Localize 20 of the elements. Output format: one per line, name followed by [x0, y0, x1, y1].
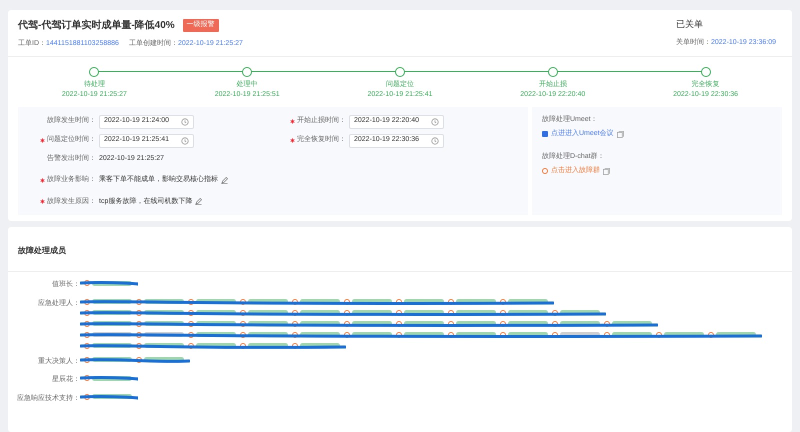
clock-icon: [181, 118, 189, 126]
pencil-icon[interactable]: [221, 176, 228, 184]
pencil-icon[interactable]: [195, 198, 202, 206]
ring-icon: [84, 375, 90, 381]
ring-icon: [84, 356, 90, 362]
clock-icon: [181, 136, 189, 144]
section-title: 故障处理成员: [18, 246, 66, 255]
ticket-status: 已关单: [676, 18, 704, 31]
copy-icon[interactable]: [603, 168, 610, 175]
ring-icon: [84, 394, 90, 400]
ticket-title: 代驾-代驾订单实时成单量-降低40%: [18, 18, 175, 33]
clock-icon: [431, 118, 439, 126]
ring-icon: [708, 332, 714, 338]
ring-icon: [656, 332, 662, 338]
meeting-app-icon: [542, 131, 548, 138]
chat-ring-icon: [542, 168, 548, 174]
ring-icon: [136, 356, 142, 362]
clock-icon: [431, 136, 439, 144]
copy-icon[interactable]: [616, 130, 624, 138]
ring-icon: [84, 280, 90, 286]
